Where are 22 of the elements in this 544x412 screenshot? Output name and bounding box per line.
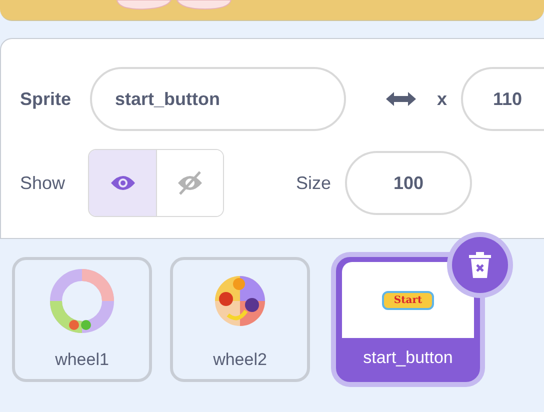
fruit-plate-drawing bbox=[214, 275, 266, 327]
sprite-name: wheel2 bbox=[213, 350, 267, 370]
eye-slash-icon bbox=[176, 171, 204, 195]
trash-icon bbox=[469, 252, 491, 278]
show-button[interactable] bbox=[89, 150, 156, 216]
hide-button[interactable] bbox=[156, 150, 224, 216]
ring-drawing bbox=[50, 269, 114, 333]
x-position-field[interactable]: 110 bbox=[461, 67, 544, 131]
sprite-name: start_button bbox=[363, 348, 453, 368]
eye-icon bbox=[110, 174, 136, 192]
sprite-tile[interactable]: wheel2 bbox=[170, 257, 310, 382]
sprite-label: Sprite bbox=[20, 88, 72, 110]
sprite-tile[interactable]: wheel1 bbox=[12, 257, 152, 382]
horizontal-arrow-icon bbox=[385, 91, 418, 107]
show-label: Show bbox=[20, 172, 66, 194]
delete-button[interactable] bbox=[452, 237, 508, 293]
start-button-picture: Start bbox=[382, 290, 434, 310]
sprite-name: wheel1 bbox=[55, 350, 109, 370]
x-label: x bbox=[437, 88, 448, 110]
size-field[interactable]: 100 bbox=[345, 151, 472, 215]
sprite-name-field[interactable]: start_button bbox=[90, 67, 346, 131]
size-label: Size bbox=[296, 172, 332, 194]
